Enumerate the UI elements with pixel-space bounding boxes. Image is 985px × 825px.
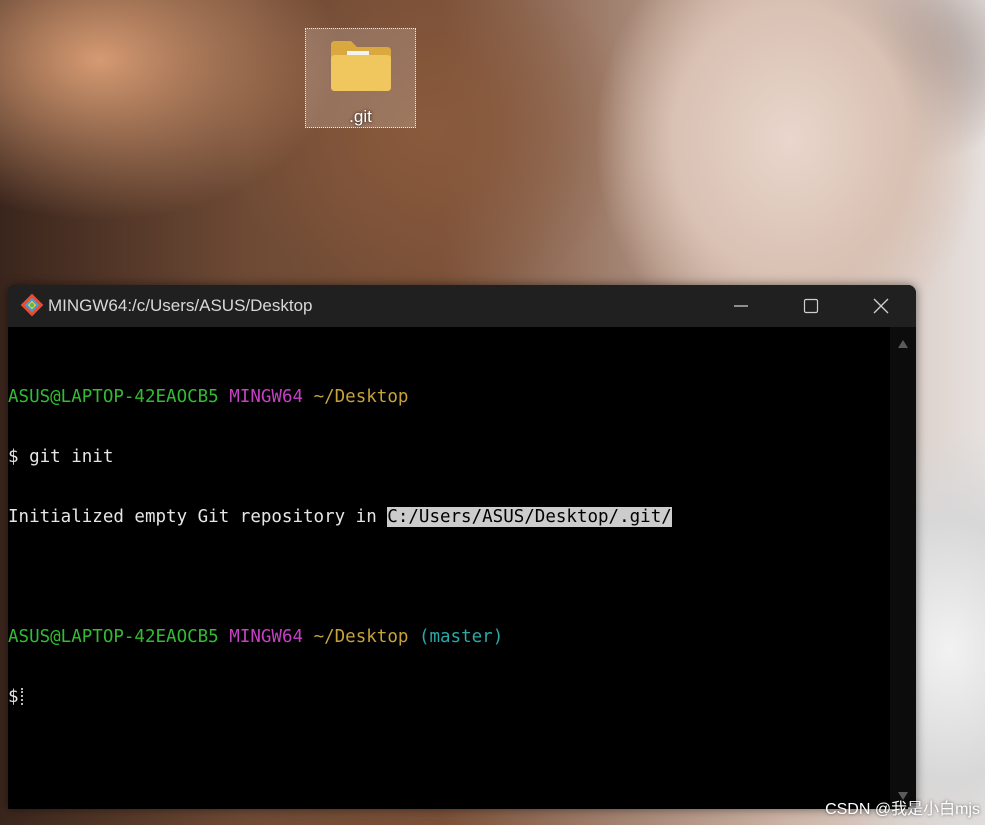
branch-name: (master) <box>418 627 504 647</box>
user-host: ASUS@LAPTOP-42EAOCB5 <box>8 627 219 647</box>
close-button[interactable] <box>846 285 916 327</box>
prompt-symbol: $ <box>8 447 19 467</box>
command-text: git init <box>29 447 114 467</box>
output-line: Initialized empty Git repository in C:/U… <box>8 507 890 527</box>
current-path: ~/Desktop <box>313 627 409 647</box>
current-path: ~/Desktop <box>313 387 409 407</box>
watermark: CSDN @我是小白mjs <box>825 801 980 818</box>
output-text: Initialized empty Git repository in <box>8 507 388 527</box>
maximize-icon <box>803 298 819 314</box>
text-cursor <box>20 688 25 705</box>
close-icon <box>873 298 889 314</box>
maximize-button[interactable] <box>776 285 846 327</box>
input-line[interactable]: $ <box>8 687 890 707</box>
env-name: MINGW64 <box>229 627 304 647</box>
selected-path[interactable]: C:/Users/ASUS/Desktop/.git/ <box>387 507 672 527</box>
minimize-icon <box>734 305 748 307</box>
window-title: MINGW64:/c/Users/ASUS/Desktop <box>48 296 313 315</box>
desktop-git-folder[interactable]: .git <box>305 28 416 128</box>
scrollbar[interactable] <box>890 327 916 809</box>
terminal-window[interactable]: MINGW64:/c/Users/ASUS/Desktop ASUS@LAPTO… <box>8 285 916 809</box>
desktop-icon-label: .git <box>349 107 372 126</box>
title-bar[interactable]: MINGW64:/c/Users/ASUS/Desktop <box>8 285 916 327</box>
env-name: MINGW64 <box>229 387 304 407</box>
minimize-button[interactable] <box>706 285 776 327</box>
command-line: $ git init <box>8 447 890 467</box>
git-icon <box>20 293 44 317</box>
prompt-line: ASUS@LAPTOP-42EAOCB5 MINGW64 ~/Desktop <box>8 387 890 407</box>
prompt-symbol: $ <box>8 687 19 707</box>
folder-icon <box>331 41 391 91</box>
scroll-up-icon[interactable] <box>897 339 909 349</box>
terminal-output[interactable]: ASUS@LAPTOP-42EAOCB5 MINGW64 ~/Desktop $… <box>8 327 890 809</box>
prompt-line-2: ASUS@LAPTOP-42EAOCB5 MINGW64 ~/Desktop (… <box>8 627 890 647</box>
user-host: ASUS@LAPTOP-42EAOCB5 <box>8 387 219 407</box>
